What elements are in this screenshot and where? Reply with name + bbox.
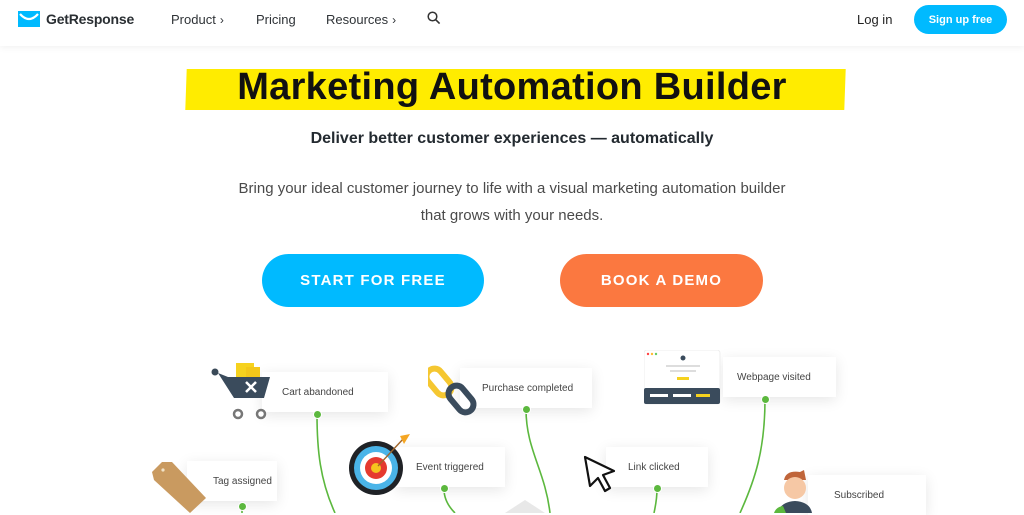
connector-line (739, 398, 766, 513)
node-label: Purchase completed (482, 382, 574, 394)
connector-line (316, 413, 336, 513)
workflow-node-webpage-visited[interactable]: Webpage visited (723, 357, 836, 397)
person-icon (774, 470, 812, 513)
check-icon (761, 395, 770, 404)
check-icon (440, 484, 449, 493)
workflow-connectors (241, 398, 766, 513)
node-label: Link clicked (628, 461, 680, 473)
cart-icon (211, 363, 270, 420)
check-icon (653, 484, 662, 493)
target-icon (349, 434, 410, 495)
check-icon (522, 405, 531, 414)
workflow-node-cart-abandoned[interactable]: Cart abandoned (262, 372, 388, 412)
check-icon (313, 410, 322, 419)
tag-icon (152, 462, 206, 513)
node-label: Tag assigned (213, 475, 272, 487)
node-label: Event triggered (416, 461, 484, 473)
node-label: Subscribed (834, 489, 885, 501)
chain-link-icon (428, 365, 477, 416)
webpage-icon (644, 350, 721, 405)
cursor-icon (583, 455, 616, 493)
connector-line (525, 408, 551, 513)
workflow-node-link-clicked[interactable]: Link clicked (606, 447, 708, 487)
check-icon (238, 502, 247, 511)
node-partial (505, 500, 545, 513)
node-label: Webpage visited (737, 371, 811, 383)
node-label: Cart abandoned (282, 386, 354, 398)
workflow-node-subscribed[interactable]: Subscribed (808, 475, 926, 515)
